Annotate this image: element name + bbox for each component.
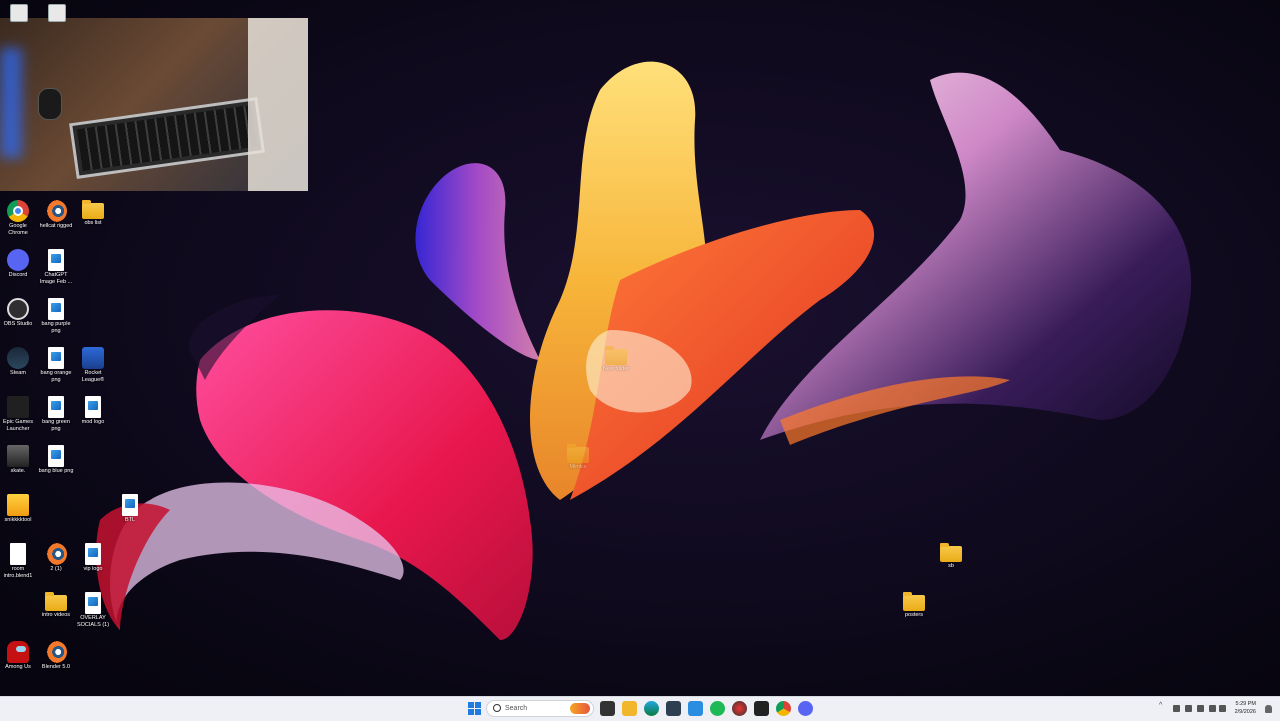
file-explorer-icon[interactable] [622, 701, 637, 716]
desktop-icon-mimics[interactable]: Mimics [560, 444, 596, 471]
task-view-icon[interactable] [600, 701, 615, 716]
discord-icon[interactable] [798, 701, 813, 716]
steam-icon [7, 347, 29, 369]
discord-icon [7, 249, 29, 271]
desktop-icon-discord[interactable]: Discord [0, 249, 36, 279]
chevron-up-icon[interactable]: ^ [1159, 702, 1166, 709]
shortcut-icon[interactable] [48, 4, 66, 22]
folder-icon [940, 543, 962, 562]
desktop-icon-2-1[interactable]: 2 (1) [38, 543, 74, 573]
image-file-icon [48, 445, 64, 467]
desktop-icon-mod-logo[interactable]: mod logo [75, 396, 111, 426]
desktop-icon-vip-logo[interactable]: vip logo [75, 543, 111, 573]
image-file-icon [48, 347, 64, 369]
desktop-icon-snikkkktool[interactable]: snikkkktool [0, 494, 36, 524]
folder-icon [567, 444, 589, 463]
folder-icon [605, 346, 627, 365]
desktop-icon-bang-purple[interactable]: bang purple png [38, 298, 74, 335]
blender-icon [45, 641, 67, 663]
webcam-wall [248, 18, 308, 191]
image-file-icon [48, 396, 64, 418]
terminal-icon[interactable] [754, 701, 769, 716]
desktop-icon-btl[interactable]: BTL [112, 494, 148, 524]
taskbar-clock[interactable]: 5:29 PM 2/9/2026 [1235, 700, 1256, 716]
desktop-icon-hellcat-rigged[interactable]: hellcat rigged [38, 200, 74, 230]
snipping-tool-icon [7, 494, 29, 516]
chrome-icon[interactable] [776, 701, 791, 716]
recycle-bin-icon[interactable] [10, 4, 28, 22]
photos-icon[interactable] [688, 701, 703, 716]
notification-bell-icon[interactable] [1265, 705, 1272, 713]
desktop-icon-intro-videos[interactable]: intro videos [38, 592, 74, 619]
desktop-icon-rocket-league[interactable]: Rocket League® [75, 347, 111, 384]
webcam-mouse [38, 88, 62, 120]
desktop-icon-bang-blue[interactable]: bang blue png [38, 445, 74, 475]
spotify-icon[interactable] [710, 701, 725, 716]
webcam-keyboard [69, 97, 265, 179]
epic-games-icon [7, 396, 29, 418]
desktop-icon-blender-5[interactable]: Blender 5.0 [38, 641, 74, 671]
search-placeholder: Search [505, 705, 528, 712]
taskbar-search[interactable]: Search [486, 700, 594, 717]
search-icon [493, 704, 501, 712]
microphone-icon[interactable] [1197, 705, 1204, 712]
davinci-icon[interactable] [732, 701, 747, 716]
tray-app-icon[interactable] [1185, 705, 1192, 712]
desktop-icon-obs-list[interactable]: obs list [75, 200, 111, 227]
skate-icon [7, 445, 29, 467]
desktop-icon-obs-studio[interactable]: OBS Studio [0, 298, 36, 328]
webcam-overlay [0, 18, 308, 191]
desktop-icon-bang-green[interactable]: bang green png [38, 396, 74, 433]
folder-icon [82, 200, 104, 219]
obs-icon [7, 298, 29, 320]
desktop-icon-among-us[interactable]: Among Us [0, 641, 36, 671]
webcam-light [0, 48, 22, 158]
image-file-icon [85, 543, 101, 565]
clock-time: 5:29 PM [1235, 701, 1256, 707]
among-us-icon [7, 641, 29, 663]
desktop-icon-posters[interactable]: posters [896, 592, 932, 619]
taskbar: Search ^ 5:29 PM 2/9/2026 [0, 696, 1280, 721]
rocket-league-icon [82, 347, 104, 369]
folder-icon [903, 592, 925, 611]
tray-app-icon[interactable] [1173, 705, 1180, 712]
image-file-icon [48, 298, 64, 320]
edge-icon[interactable] [644, 701, 659, 716]
blender-icon [45, 543, 67, 565]
volume-icon[interactable] [1219, 705, 1226, 712]
chrome-icon [7, 200, 29, 222]
desktop-icon-skate[interactable]: skate. [0, 445, 36, 475]
network-icon[interactable] [1209, 705, 1216, 712]
desktop-icon-room-intro[interactable]: room intro.blend1 [0, 543, 36, 580]
document-icon [10, 543, 26, 565]
store-icon[interactable] [666, 701, 681, 716]
blender-icon [45, 200, 67, 222]
desktop-icon-new-folder[interactable]: New folder [598, 346, 634, 373]
image-file-icon [85, 396, 101, 418]
image-file-icon [85, 592, 101, 614]
desktop-icon-sb[interactable]: sb [933, 543, 969, 570]
desktop-icon-overlay-socials[interactable]: OVERLAY SOCIALS (1) [75, 592, 111, 629]
desktop-icon-epic-games[interactable]: Epic Games Launcher [0, 396, 36, 433]
desktop-icon-bang-orange[interactable]: bang orange png [38, 347, 74, 384]
desktop-icon-steam[interactable]: Steam [0, 347, 36, 377]
desktop-icon-chatgpt-image[interactable]: ChatGPT Image Feb ... [38, 249, 74, 286]
image-file-icon [122, 494, 138, 516]
start-button[interactable] [468, 702, 481, 715]
desktop-icon-google-chrome[interactable]: Google Chrome [0, 200, 36, 237]
image-file-icon [48, 249, 64, 271]
clock-date: 2/9/2026 [1234, 709, 1256, 715]
search-highlight-icon [570, 703, 590, 714]
folder-icon [45, 592, 67, 611]
